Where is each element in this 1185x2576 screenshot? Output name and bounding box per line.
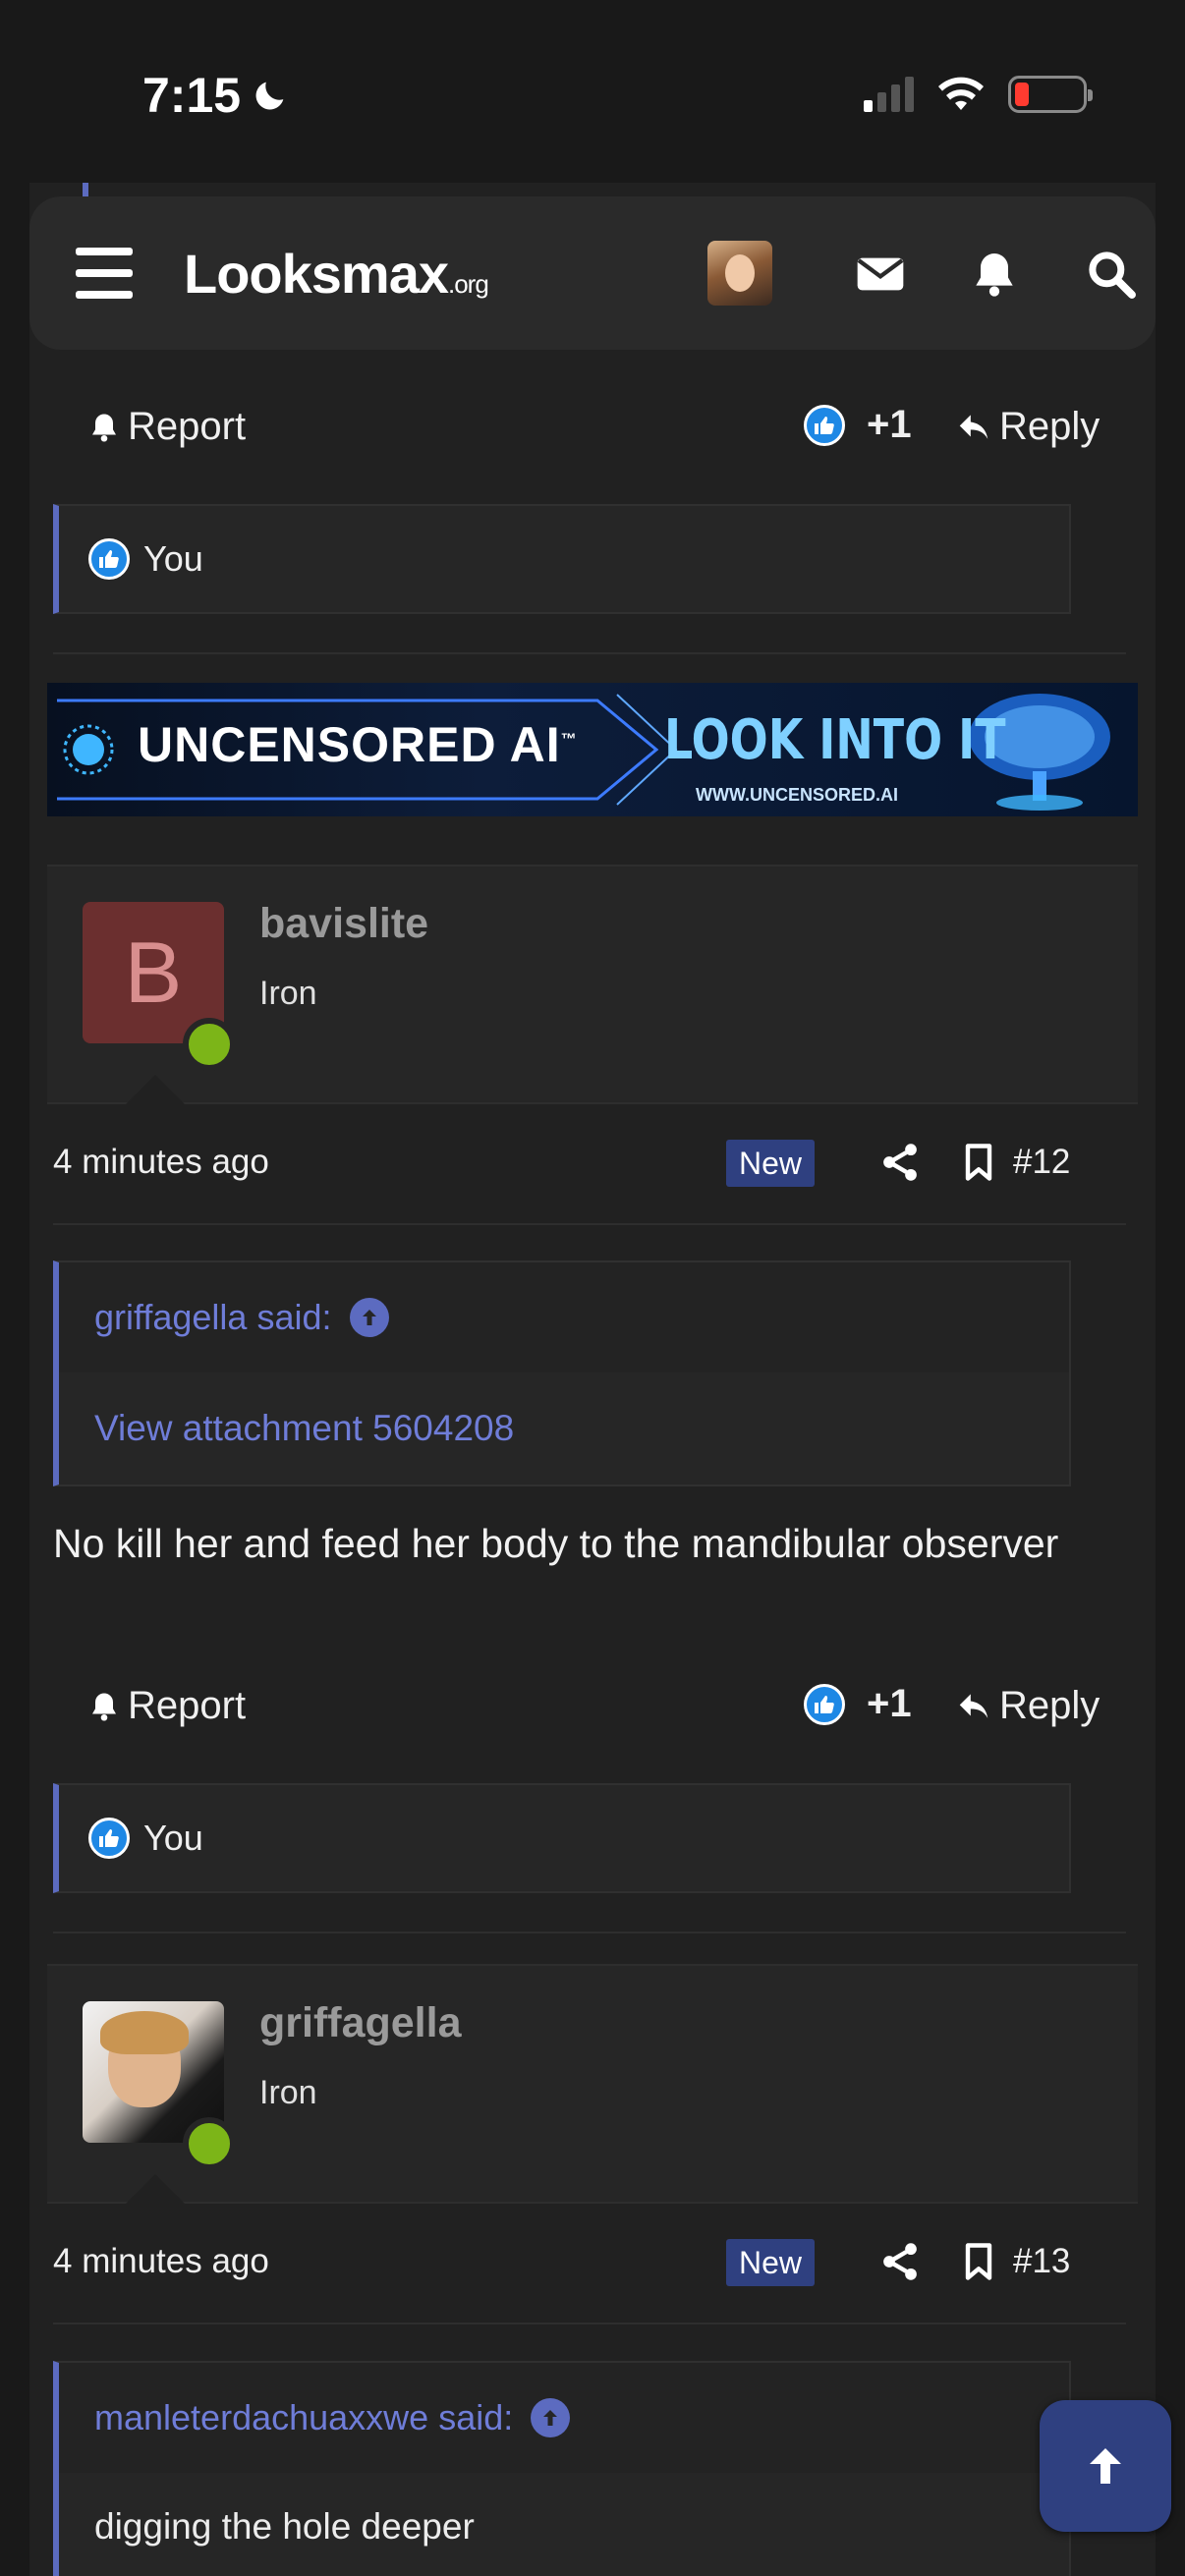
reaction-button[interactable]: +1 <box>804 403 912 447</box>
thumbs-up-icon <box>804 1683 845 1725</box>
online-indicator <box>183 2117 236 2170</box>
thumbs-up-icon <box>804 404 845 446</box>
quote-author[interactable]: griffagella said: <box>59 1262 1069 1372</box>
ad-left-text: UNCENSORED AI™ <box>138 717 578 772</box>
scroll-to-top-button[interactable] <box>1040 2400 1171 2532</box>
post-user-block: griffagella Iron <box>47 1964 1138 2204</box>
new-badge: New <box>726 1140 815 1187</box>
envelope-icon[interactable] <box>853 247 908 302</box>
user-rank: Iron <box>259 975 317 1012</box>
reaction-summary[interactable]: You <box>53 504 1071 614</box>
online-indicator <box>183 1018 236 1071</box>
thumbs-up-icon <box>88 1818 130 1859</box>
bookmark-icon[interactable] <box>957 2240 1000 2283</box>
ad-right-text: LOOK INTO IT <box>664 708 1006 772</box>
arrow-up-icon[interactable] <box>531 2398 571 2437</box>
quote-author[interactable]: manleterdachuaxxwe said: <box>59 2363 1069 2473</box>
reaction-summary[interactable]: You <box>53 1783 1071 1893</box>
bell-icon <box>92 414 116 442</box>
reply-button[interactable]: Reply <box>954 405 1100 449</box>
quote-text: digging the hole deeper <box>94 2506 475 2547</box>
quote-block: manleterdachuaxxwe said: digging the hol… <box>53 2361 1071 2576</box>
status-bar: 7:15 <box>0 0 1185 183</box>
arrow-up-icon[interactable] <box>349 1298 389 1337</box>
user-rank: Iron <box>259 2074 317 2111</box>
new-badge: New <box>726 2239 815 2286</box>
reply-button[interactable]: Reply <box>954 1684 1100 1728</box>
status-time: 7:15 <box>142 67 290 124</box>
site-logo[interactable]: Lᴏᴏksmax.org <box>184 242 489 306</box>
user-avatar[interactable] <box>707 241 772 306</box>
ad-url: WWW.UNCENSORED.AI <box>696 785 898 805</box>
post-body: No kill her and feed her body to the man… <box>53 1521 1059 1566</box>
username-link[interactable]: bavislite <box>259 900 428 948</box>
attachment-link[interactable]: View attachment 5604208 <box>59 1372 1069 1484</box>
search-icon[interactable] <box>1084 247 1139 302</box>
post-time[interactable]: 4 minutes ago <box>53 2242 269 2281</box>
ad-banner[interactable]: UNCENSORED AI™ LOOK INTO IT WWW.UNCENSOR… <box>47 683 1138 816</box>
post-number[interactable]: #13 <box>1013 2242 1070 2281</box>
post-number[interactable]: #12 <box>1013 1143 1070 1182</box>
menu-icon[interactable] <box>76 248 133 299</box>
report-button[interactable]: Report <box>86 405 246 449</box>
bell-icon[interactable] <box>967 247 1022 302</box>
post-user-block: B bavislite Iron <box>47 865 1138 1104</box>
moon-icon <box>255 82 284 110</box>
arrow-up-icon <box>1090 2448 1121 2484</box>
bookmark-icon[interactable] <box>957 1141 1000 1184</box>
reply-arrow-icon <box>959 1693 988 1718</box>
reaction-button[interactable]: +1 <box>804 1682 912 1726</box>
site-header: Lᴏᴏksmax.org <box>29 196 1156 350</box>
share-icon[interactable] <box>878 2240 922 2283</box>
cellular-signal-icon <box>864 77 914 112</box>
reply-arrow-icon <box>959 414 988 439</box>
share-icon[interactable] <box>878 1141 922 1184</box>
wifi-icon <box>938 77 984 110</box>
report-button[interactable]: Report <box>86 1684 246 1728</box>
bell-icon <box>92 1693 116 1721</box>
post-time[interactable]: 4 minutes ago <box>53 1143 269 1182</box>
quote-block: griffagella said: View attachment 560420… <box>53 1260 1071 1486</box>
username-link[interactable]: griffagella <box>259 1999 462 2047</box>
battery-icon <box>1008 76 1093 113</box>
thumbs-up-icon <box>88 538 130 580</box>
